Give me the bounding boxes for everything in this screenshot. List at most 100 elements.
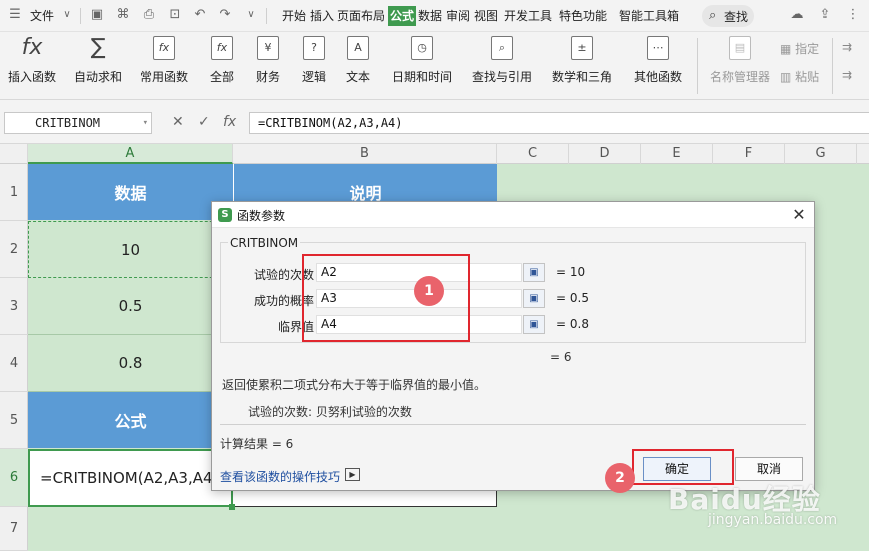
date-time-button[interactable]: ◷ 日期和时间	[388, 36, 456, 85]
dialog-title: 函数参数	[237, 209, 286, 223]
sigma-icon: ∑	[90, 35, 106, 60]
math-trig-button[interactable]: ± 数学和三角	[548, 36, 616, 85]
menu-bar: ☰ 文件 ∨ ▣ ⌘ ⎙ ⊡ ↶ ↷ ∨ 开始 插入 页面布局 公式 数据 审阅…	[0, 0, 869, 32]
more-functions-icon: ⋯	[647, 36, 669, 60]
redo-icon[interactable]: ↷	[218, 8, 232, 22]
common-functions-button[interactable]: fx 常用函数	[138, 36, 190, 85]
logical-button[interactable]: ? 逻辑	[296, 36, 332, 85]
define-name-button[interactable]: ▦ 指定	[780, 40, 819, 57]
divider	[220, 424, 806, 425]
cell-a6-formula[interactable]: =CRITBINOM(A2,A3,A4	[28, 449, 233, 507]
search-box[interactable]: ⌕ 查找	[702, 5, 754, 27]
name-manager-button[interactable]: ▤ 名称管理器	[708, 36, 772, 85]
paste-icon: ▥	[780, 70, 792, 84]
menu-view[interactable]: 视图	[474, 6, 498, 26]
export-icon[interactable]: ⌘	[116, 8, 130, 22]
financial-button[interactable]: ¥ 财务	[250, 36, 286, 85]
column-header-d[interactable]: D	[569, 144, 641, 164]
column-header-a[interactable]: A	[28, 144, 233, 164]
row-header-1[interactable]: 1	[0, 164, 28, 221]
cell-a1[interactable]: 数据	[28, 164, 233, 220]
menu-insert[interactable]: 插入	[310, 6, 334, 26]
function-result-preview: = 6	[550, 350, 572, 364]
row-header-4[interactable]: 4	[0, 335, 28, 392]
menu-page-layout[interactable]: 页面布局	[337, 6, 385, 26]
text-button[interactable]: A 文本	[340, 36, 376, 85]
paste-name-button[interactable]: ▥ 粘贴	[780, 68, 819, 85]
formula-input[interactable]: =CRITBINOM(A2,A3,A4)	[249, 112, 869, 134]
trace-icon[interactable]: ⇉	[842, 40, 852, 54]
function-name: CRITBINOM	[228, 236, 301, 250]
range-select-icon[interactable]: ▣	[523, 289, 545, 308]
row-header-5[interactable]: 5	[0, 392, 28, 449]
insert-function-button[interactable]: fx 插入函数	[6, 36, 58, 85]
name-box-dropdown-icon[interactable]: ▾	[143, 113, 148, 133]
confirm-formula-icon[interactable]: ✓	[198, 114, 210, 130]
menu-review[interactable]: 审阅	[446, 6, 470, 26]
column-header-f[interactable]: F	[713, 144, 785, 164]
menu-data[interactable]: 数据	[418, 6, 442, 26]
arg-result-criterion: = 0.8	[556, 317, 589, 331]
ribbon-label: 名称管理器	[709, 70, 770, 84]
column-header-b[interactable]: B	[233, 144, 497, 164]
customize-icon[interactable]: ∨	[244, 8, 258, 22]
dialog-title-bar[interactable]: S 函数参数 ✕	[212, 202, 814, 228]
save-icon[interactable]: ▣	[90, 8, 104, 22]
cell-a3[interactable]: 0.5	[28, 278, 233, 335]
menu-separator	[80, 8, 81, 24]
row-header-6[interactable]: 6	[0, 449, 28, 507]
column-headers: A B C D E F G	[0, 144, 869, 164]
cell-a4[interactable]: 0.8	[28, 335, 233, 392]
row-header-7[interactable]: 7	[0, 507, 28, 551]
all-functions-button[interactable]: fx 全部	[204, 36, 240, 85]
column-header-c[interactable]: C	[497, 144, 569, 164]
arg-label-container: 成功的概率	[220, 290, 314, 309]
autosum-button[interactable]: ∑ 自动求和	[68, 36, 128, 85]
print-preview-icon[interactable]: ⊡	[168, 8, 182, 22]
cell-a2[interactable]: 10	[28, 221, 233, 278]
help-link[interactable]: 查看该函数的操作技巧	[220, 468, 340, 485]
more-icon[interactable]: ⋮	[846, 8, 860, 22]
chevron-down-icon[interactable]: ∨	[60, 8, 74, 22]
hamburger-icon[interactable]: ☰	[8, 8, 22, 22]
watermark-url: jingyan.baidu.com	[708, 512, 838, 528]
trace-dependents-icon[interactable]: ⇉	[842, 68, 852, 82]
print-icon[interactable]: ⎙	[142, 8, 156, 22]
menu-smart-toolbox[interactable]: 智能工具箱	[619, 6, 679, 26]
range-select-icon[interactable]: ▣	[523, 263, 545, 282]
menu-home[interactable]: 开始	[282, 6, 306, 26]
ribbon: fx 插入函数 ∑ 自动求和 fx 常用函数 fx 全部 ¥ 财务 ? 逻辑 A…	[0, 32, 869, 100]
name-box[interactable]: CRITBINOM ▾	[4, 112, 152, 134]
close-icon[interactable]: ✕	[790, 205, 808, 224]
ribbon-label: 自动求和	[73, 70, 122, 84]
cancel-formula-icon[interactable]: ✕	[172, 114, 184, 130]
menu-developer[interactable]: 开发工具	[504, 6, 552, 26]
fill-handle[interactable]	[229, 504, 235, 510]
menu-special[interactable]: 特色功能	[559, 6, 607, 26]
undo-icon[interactable]: ↶	[193, 8, 207, 22]
fx-insert-icon[interactable]: fx	[223, 114, 236, 130]
arg-result-probability: = 0.5	[556, 291, 589, 305]
lookup-reference-button[interactable]: ⌕ 查找与引用	[468, 36, 536, 85]
other-functions-button[interactable]: ⋯ 其他函数	[628, 36, 688, 85]
video-icon[interactable]: ▶	[345, 468, 360, 481]
menu-formula[interactable]: 公式	[388, 6, 417, 26]
select-all-corner[interactable]	[0, 144, 28, 164]
row-header-2[interactable]: 2	[0, 221, 28, 278]
question-icon: ?	[303, 36, 325, 60]
cloud-icon[interactable]: ☁	[790, 8, 804, 22]
row-header-3[interactable]: 3	[0, 278, 28, 335]
math-icon: ±	[571, 36, 593, 60]
range-select-icon[interactable]: ▣	[523, 315, 545, 334]
star-fx-icon: fx	[153, 36, 175, 60]
cell-a5[interactable]: 公式	[28, 392, 233, 448]
column-header-g[interactable]: G	[785, 144, 857, 164]
share-icon[interactable]: ⇪	[818, 8, 832, 22]
fx-icon: fx	[21, 35, 43, 60]
file-menu[interactable]: 文件	[30, 6, 54, 26]
menu-separator	[266, 8, 267, 24]
function-description: 返回使累积二项式分布大于等于临界值的最小值。	[222, 378, 487, 392]
argument-description: 试验的次数: 贝努利试验的次数	[248, 405, 412, 419]
clock-icon: ◷	[411, 36, 433, 60]
column-header-e[interactable]: E	[641, 144, 713, 164]
